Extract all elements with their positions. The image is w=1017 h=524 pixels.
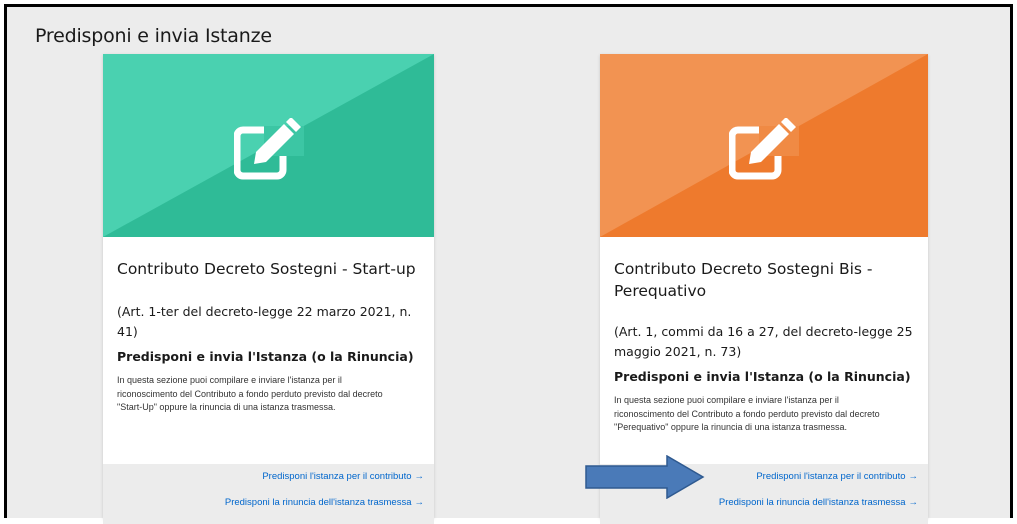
card-subtitle: Predisponi e invia l'Istanza (o la Rinun… <box>614 369 911 384</box>
section-title: Predisponi e invia Istanze <box>35 25 272 47</box>
card-subtitle: Predisponi e invia l'Istanza (o la Rinun… <box>117 349 414 364</box>
renounce-instance-link[interactable]: Predisponi la rinuncia dell'istanza tras… <box>719 497 918 508</box>
card-description: "Perequativo" oppure la rinuncia di una … <box>614 422 848 432</box>
submit-instance-link[interactable]: Predisponi l'istanza per il contributo → <box>262 471 424 482</box>
card-reference: 41) <box>117 324 138 339</box>
card-reference: (Art. 1, commi da 16 a 27, del decreto-l… <box>614 324 913 339</box>
card-perequativo: Contributo Decreto Sostegni Bis - Perequ… <box>600 54 928 524</box>
link-label[interactable]: Predisponi l'istanza per il contributo <box>756 471 905 482</box>
card-startup: Contributo Decreto Sostegni - Start-up (… <box>103 54 434 524</box>
link-label[interactable]: Predisponi la rinuncia dell'istanza tras… <box>719 497 906 508</box>
arrow-right-icon: → <box>414 497 425 508</box>
card-description: In questa sezione puoi compilare e invia… <box>614 395 839 405</box>
renounce-instance-link[interactable]: Predisponi la rinuncia dell'istanza tras… <box>225 497 424 508</box>
card-reference: maggio 2021, n. 73) <box>614 344 742 359</box>
arrow-right-icon: → <box>414 471 425 482</box>
card-reference: (Art. 1-ter del decreto-legge 22 marzo 2… <box>117 304 412 319</box>
card-title: Contributo Decreto Sostegni Bis - <box>614 260 873 278</box>
submit-instance-link[interactable]: Predisponi l'istanza per il contributo → <box>756 471 918 482</box>
edit-pencil-icon <box>729 117 799 179</box>
arrow-right-icon: → <box>908 497 919 508</box>
card-description: riconoscimento del Contributo a fondo pe… <box>117 388 383 399</box>
card-description: riconoscimento del Contributo a fondo pe… <box>614 408 880 419</box>
link-label[interactable]: Predisponi l'istanza per il contributo <box>262 471 411 482</box>
card-perequativo-hero <box>600 54 928 237</box>
link-label[interactable]: Predisponi la rinuncia dell'istanza tras… <box>225 497 412 508</box>
card-title: Perequativo <box>614 282 707 300</box>
card-title: Contributo Decreto Sostegni - Start-up <box>117 260 416 278</box>
arrow-right-annotation-icon <box>585 455 705 499</box>
card-description: "Start-Up" oppure la rinuncia di una ist… <box>117 402 336 412</box>
arrow-right-icon: → <box>908 471 919 482</box>
card-startup-hero <box>103 54 434 237</box>
edit-pencil-icon <box>233 117 304 179</box>
card-description: In questa sezione puoi compilare e invia… <box>117 375 342 385</box>
